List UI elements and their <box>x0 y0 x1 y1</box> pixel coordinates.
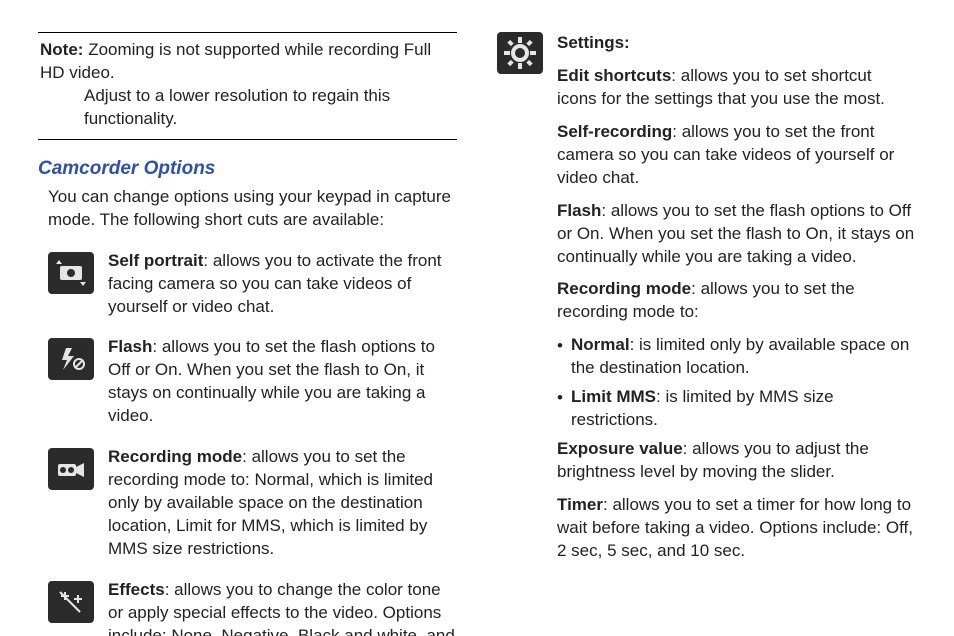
effects-icon <box>48 581 94 623</box>
left-column: Note: Zooming is not supported while rec… <box>38 32 457 636</box>
option-row: Recording mode: allows you to set the re… <box>38 446 457 561</box>
bullet-item: • Limit MMS: is limited by MMS size rest… <box>557 386 916 432</box>
item-desc: : allows you to set the flash options to… <box>557 201 914 266</box>
flash-icon <box>48 338 94 380</box>
option-row: Effects: allows you to change the color … <box>38 579 457 636</box>
option-text: Self portrait: allows you to activate th… <box>108 250 457 319</box>
recording-mode-icon <box>48 448 94 490</box>
settings-block: Settings: Edit shortcuts: allows you to … <box>497 32 916 563</box>
note-line2: Adjust to a lower resolution to regain t… <box>40 85 455 131</box>
right-column: Settings: Edit shortcuts: allows you to … <box>497 32 916 636</box>
option-title: Self portrait <box>108 251 203 270</box>
bullet-dot: • <box>557 334 571 380</box>
intro-text: You can change options using your keypad… <box>38 186 457 232</box>
settings-item: Self-recording: allows you to set the fr… <box>557 121 916 190</box>
option-title: Effects <box>108 580 165 599</box>
item-title: Recording mode <box>557 279 691 298</box>
option-text: Recording mode: allows you to set the re… <box>108 446 457 561</box>
option-row: Flash: allows you to set the flash optio… <box>38 336 457 428</box>
option-row: Self portrait: allows you to activate th… <box>38 250 457 319</box>
item-title: Self-recording <box>557 122 672 141</box>
option-title: Recording mode <box>108 447 242 466</box>
note-box: Note: Zooming is not supported while rec… <box>38 32 457 140</box>
item-title: Timer <box>557 495 603 514</box>
note-label: Note: <box>40 40 83 59</box>
item-title: Edit shortcuts <box>557 66 671 85</box>
settings-item: Timer: allows you to set a timer for how… <box>557 494 916 563</box>
item-title: Exposure value <box>557 439 683 458</box>
settings-header: Settings: Edit shortcuts: allows you to … <box>557 32 916 111</box>
columns: Note: Zooming is not supported while rec… <box>38 32 916 636</box>
bullet-title: Normal <box>571 335 630 354</box>
settings-item: Recording mode: allows you to set the re… <box>557 278 916 324</box>
section-title: Camcorder Options <box>38 158 457 180</box>
option-text: Effects: allows you to change the color … <box>108 579 457 636</box>
option-title: Flash <box>108 337 152 356</box>
item-desc: : allows you to set a timer for how long… <box>557 495 913 560</box>
gear-icon <box>497 32 543 74</box>
bullet-item: • Normal: is limited only by available s… <box>557 334 916 380</box>
note-line1: Zooming is not supported while recording… <box>40 40 431 82</box>
bullet-title: Limit MMS <box>571 387 656 406</box>
settings-item: Flash: allows you to set the flash optio… <box>557 200 916 269</box>
item-title: Flash <box>557 201 601 220</box>
bullet-dot: • <box>557 386 571 432</box>
option-desc: : allows you to set the flash options to… <box>108 337 435 425</box>
settings-item: Edit shortcuts: allows you to set shortc… <box>557 65 916 111</box>
settings-heading: Settings: <box>557 33 630 52</box>
settings-item: Exposure value: allows you to adjust the… <box>557 438 916 484</box>
option-text: Flash: allows you to set the flash optio… <box>108 336 457 428</box>
self-portrait-icon <box>48 252 94 294</box>
page: Note: Zooming is not supported while rec… <box>0 0 954 636</box>
